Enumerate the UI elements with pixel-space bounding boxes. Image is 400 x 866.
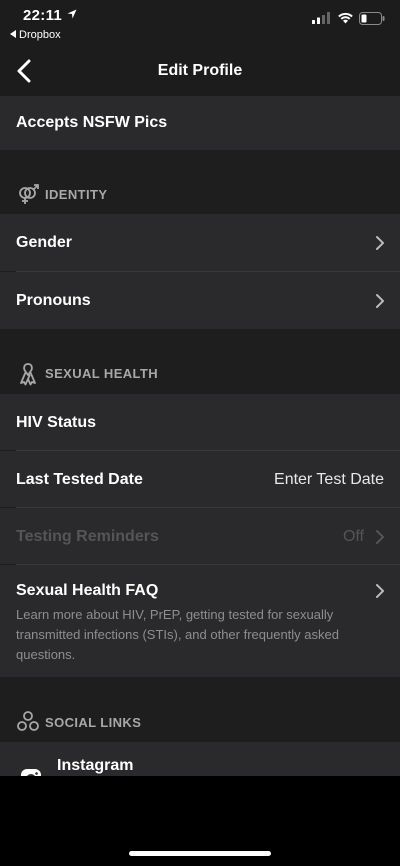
sexual-health-faq-row[interactable]: Sexual Health FAQ Learn more about HIV, …	[0, 565, 400, 677]
cellular-signal-icon	[312, 12, 330, 24]
gender-row[interactable]: Gender	[0, 214, 400, 271]
testing-reminders-row: Testing Reminders Off	[0, 508, 400, 564]
battery-icon	[359, 12, 385, 25]
chevron-right-icon	[376, 584, 384, 598]
pronouns-label: Pronouns	[16, 292, 91, 309]
status-time: 22:11	[23, 7, 63, 24]
page-title: Edit Profile	[157, 62, 243, 79]
faq-description: Learn more about HIV, PrEP, getting test…	[16, 607, 339, 662]
faq-label: Sexual Health FAQ	[16, 582, 159, 599]
nsfw-row[interactable]: Accepts NSFW Pics	[0, 96, 400, 150]
back-app-label: Dropbox	[19, 29, 61, 41]
home-indicator[interactable]	[129, 851, 271, 856]
instagram-label: Instagram	[57, 757, 134, 774]
instagram-icon	[21, 769, 41, 776]
screen: 22:11 Dropbox Edit Profile Accepts NSFW …	[0, 0, 400, 776]
chevron-right-icon	[376, 530, 384, 544]
instagram-row[interactable]: Instagram	[0, 742, 400, 776]
back-triangle-icon	[10, 30, 16, 38]
nsfw-label: Accepts NSFW Pics	[16, 114, 168, 131]
back-to-app-link[interactable]: Dropbox	[10, 29, 61, 41]
chevron-right-icon	[376, 236, 384, 250]
location-arrow-icon	[67, 9, 77, 19]
chevron-right-icon	[376, 294, 384, 308]
wifi-icon	[338, 12, 353, 24]
testing-reminders-label: Testing Reminders	[16, 528, 159, 545]
gender-symbol-icon	[19, 184, 39, 204]
gender-label: Gender	[16, 234, 73, 251]
hiv-status-row[interactable]: HIV Status	[0, 394, 400, 450]
identity-section-header	[0, 150, 400, 214]
testing-reminders-value: Off	[342, 528, 364, 545]
gender-icon	[16, 334, 38, 356]
last-tested-row[interactable]: Last Tested Date Enter Test Date	[0, 451, 400, 507]
pronouns-row[interactable]: Pronouns	[0, 272, 400, 329]
social-links-icon	[17, 711, 39, 731]
identity-section-title: IDENTITY	[45, 187, 108, 202]
status-bar: 22:11 Dropbox	[0, 0, 400, 48]
navigation-bar: Edit Profile	[0, 48, 400, 96]
sexual-health-section-title: SEXUAL HEALTH	[45, 366, 159, 381]
social-links-section-title: SOCIAL LINKS	[45, 715, 142, 730]
hiv-status-label: HIV Status	[16, 414, 97, 431]
last-tested-label: Last Tested Date	[16, 471, 143, 488]
awareness-ribbon-icon	[20, 363, 36, 386]
last-tested-value[interactable]: Enter Test Date	[274, 471, 384, 489]
